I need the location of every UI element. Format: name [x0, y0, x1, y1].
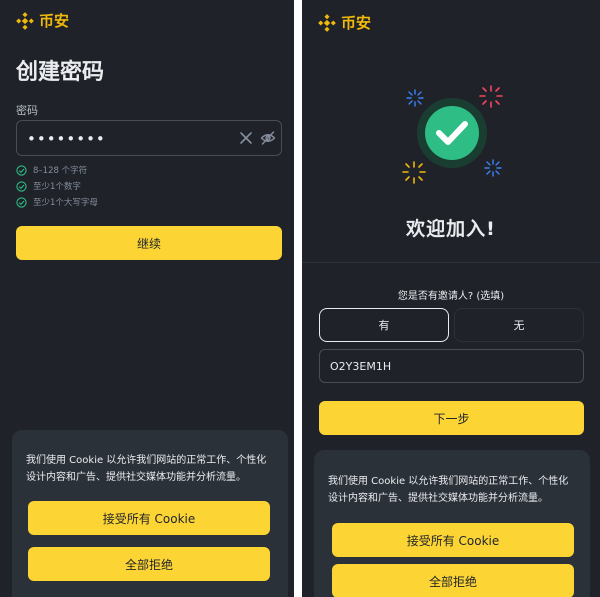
requirement-text: 8–128 个字符 [33, 166, 88, 176]
password-field[interactable]: •••••••• [16, 120, 282, 156]
create-password-screen: 币安 创建密码 密码 •••••••• 8–128 个字符 至少1个数字 至少1… [0, 0, 294, 597]
cookie-text-line: 我们使用 Cookie 以允许我们网站的正常工作、个性化 [26, 455, 267, 466]
cookie-text-line: 我们使用 Cookie 以允许我们网站的正常工作、个性化 [328, 476, 569, 487]
referral-code-input[interactable]: O2Y3EM1H [319, 349, 584, 383]
brand-logo[interactable]: 币安 [16, 10, 69, 31]
success-illustration [402, 85, 503, 184]
password-value: •••••••• [27, 130, 106, 148]
requirement-item: 至少1个数字 [16, 180, 81, 192]
success-circle-icon [425, 106, 479, 160]
password-label: 密码 [16, 104, 38, 117]
next-button[interactable]: 下一步 [319, 401, 584, 435]
accept-all-cookies-button[interactable]: 接受所有 Cookie [332, 523, 574, 557]
requirement-text: 至少1个数字 [33, 182, 81, 192]
accept-all-cookies-button[interactable]: 接受所有 Cookie [28, 501, 270, 535]
binance-logo-icon [16, 11, 34, 30]
check-circle-icon [16, 180, 27, 192]
continue-button[interactable]: 继续 [16, 226, 282, 260]
sparkle-icon [406, 89, 424, 107]
brand-name: 币安 [341, 14, 372, 32]
eye-off-icon[interactable] [260, 130, 276, 146]
binance-logo-icon [318, 13, 336, 32]
welcome-screen: 币安 欢迎加入! 您是否有邀请人? (选填) 有 无 O2Y3EM1H 下一步 … [302, 0, 600, 597]
brand-logo[interactable]: 币安 [318, 12, 371, 33]
cookie-banner: 我们使用 Cookie 以允许我们网站的正常工作、个性化 设计内容和广告、提供社… [314, 450, 590, 597]
sparkle-icon [484, 159, 502, 177]
requirement-item: 至少1个大写字母 [16, 196, 98, 208]
requirement-text: 至少1个大写字母 [33, 198, 98, 208]
sparkle-icon [479, 85, 503, 108]
page-title: 创建密码 [16, 60, 105, 85]
welcome-title: 欢迎加入! [406, 218, 496, 240]
clear-icon[interactable] [239, 130, 253, 146]
cookie-text-line: 设计内容和广告、提供社交媒体功能并分析流量。 [26, 472, 246, 483]
divider [302, 262, 600, 263]
cookie-banner: 我们使用 Cookie 以允许我们网站的正常工作、个性化 设计内容和广告、提供社… [12, 430, 288, 597]
referral-no-button[interactable]: 无 [454, 308, 584, 342]
reject-all-cookies-button[interactable]: 全部拒绝 [332, 564, 574, 597]
brand-name: 币安 [39, 12, 70, 30]
referral-question: 您是否有邀请人? (选填) [397, 291, 505, 302]
cookie-text-line: 设计内容和广告、提供社交媒体功能并分析流量。 [328, 493, 548, 504]
requirement-item: 8–128 个字符 [16, 164, 87, 176]
reject-all-cookies-button[interactable]: 全部拒绝 [28, 547, 270, 581]
check-circle-icon [16, 164, 27, 176]
referral-yes-button[interactable]: 有 [319, 308, 449, 342]
sparkle-icon [402, 161, 426, 184]
check-circle-icon [16, 196, 27, 208]
